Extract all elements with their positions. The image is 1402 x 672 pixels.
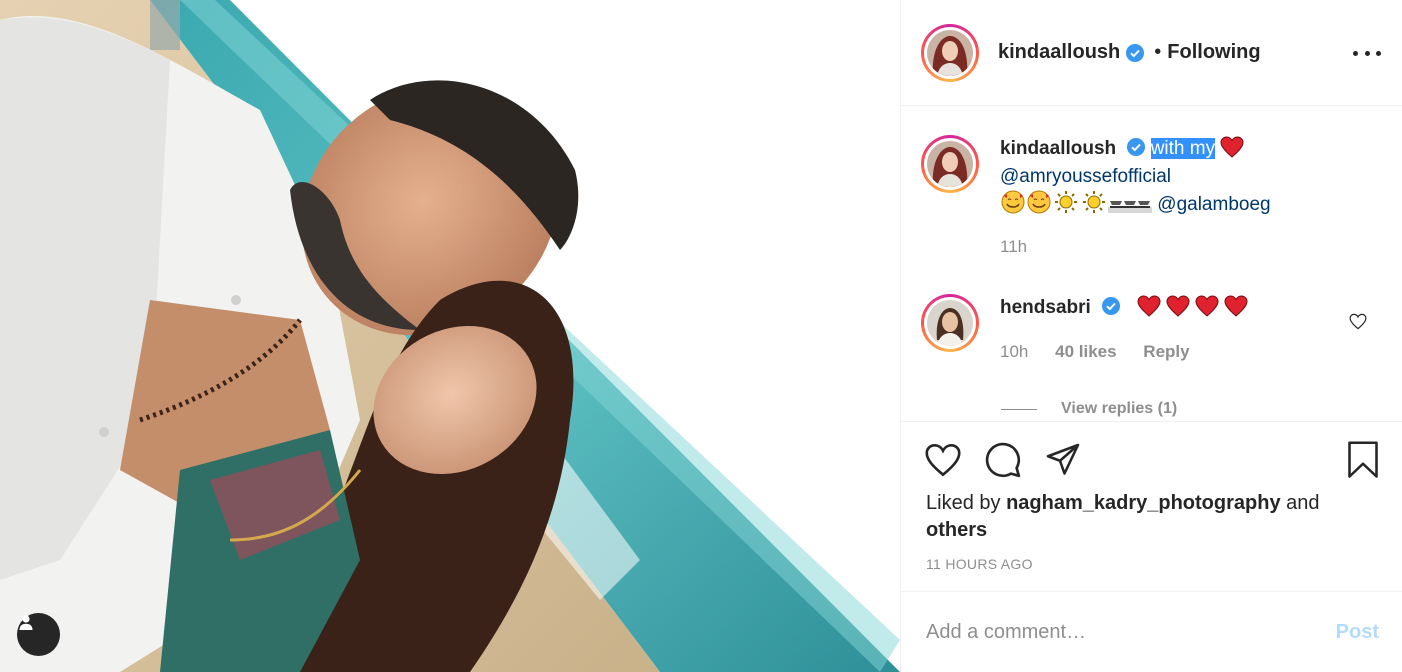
heart-icon [925, 444, 961, 477]
smiling-hearts-emoji-icon [1001, 190, 1025, 214]
verified-badge-icon [1102, 297, 1121, 315]
author-avatar[interactable] [921, 23, 979, 82]
liked-by-and: and [1286, 492, 1320, 514]
post-actions-section: Liked by nagham_kadry_photography and ot… [901, 421, 1402, 592]
bookmark-icon [1348, 441, 1378, 478]
comment-item: hendsabri 10h 40 likes Reply [921, 294, 1380, 365]
post-side-panel: kindaalloush • Following kindaalloush wi… [900, 0, 1402, 672]
user-tag-icon [19, 615, 33, 630]
avatar-photo [927, 300, 973, 346]
post-comment-button[interactable]: Post [1336, 621, 1379, 644]
verified-badge-icon [1127, 138, 1146, 156]
liked-by-user[interactable]: nagham_kadry_photography [1006, 492, 1281, 514]
comment-meta: 10h 40 likes Reply [1000, 338, 1380, 366]
smiling-hearts-emoji-icon [1027, 190, 1051, 214]
comment-like-heart-icon[interactable] [1349, 313, 1367, 330]
comment-button[interactable] [983, 440, 1023, 480]
caption-text: kindaalloush with my @amryoussefofficial [1000, 135, 1380, 219]
comment-icon [985, 442, 1021, 478]
view-replies-button[interactable]: View replies (1) [1001, 400, 1177, 418]
caption-meta: 11h [1000, 233, 1380, 261]
comment-likes[interactable]: 40 likes [1055, 342, 1116, 361]
comment-text: hendsabri [1000, 294, 1380, 322]
post-photo[interactable] [0, 0, 900, 672]
mention-link[interactable]: @amryoussefofficial [1000, 166, 1171, 187]
share-button[interactable] [1043, 440, 1083, 480]
view-replies-line [1001, 408, 1037, 410]
more-options-icon[interactable] [1353, 44, 1381, 62]
reply-button[interactable]: Reply [1143, 342, 1189, 361]
mention-link[interactable]: @galamboeg [1157, 194, 1270, 215]
commenter-avatar[interactable] [921, 294, 979, 352]
caption-time[interactable]: 11h [1000, 237, 1027, 256]
separator-dot: • [1154, 41, 1162, 63]
caption-author-avatar[interactable] [921, 135, 979, 193]
caption-username[interactable]: kindaalloush [1000, 138, 1116, 159]
following-button[interactable]: Following [1167, 41, 1260, 64]
sun-emoji-icon [1083, 191, 1105, 213]
add-comment-input[interactable] [926, 621, 1306, 644]
like-button[interactable] [923, 440, 963, 480]
beach-umbrella-emoji-icon [1108, 201, 1152, 213]
red-hearts-emoji-icon [1137, 295, 1248, 317]
red-heart-emoji-icon [1220, 136, 1244, 158]
share-icon [1046, 443, 1080, 475]
verified-badge-icon [1126, 43, 1145, 62]
sun-emoji-icon [1055, 191, 1077, 213]
comments-list[interactable]: kindaalloush with my @amryoussefofficial [901, 107, 1402, 421]
post-header: kindaalloush • Following [901, 0, 1402, 106]
selfie-image [0, 0, 900, 672]
liked-by-text: Liked by nagham_kadry_photography and ot… [926, 490, 1376, 544]
liked-by-others[interactable]: others [926, 519, 987, 541]
commenter-username[interactable]: hendsabri [1000, 297, 1091, 318]
avatar-photo [927, 29, 973, 76]
user-tag-button[interactable] [17, 613, 60, 656]
action-bar [923, 440, 1103, 480]
post-timestamp[interactable]: 11 HOURS AGO [926, 556, 1033, 572]
save-button[interactable] [1345, 440, 1385, 480]
liked-by-prefix: Liked by [926, 492, 1001, 514]
view-replies-label: View replies (1) [1061, 400, 1178, 417]
avatar-photo [927, 141, 973, 187]
add-comment-form: Post [901, 593, 1402, 672]
author-username[interactable]: kindaalloush [998, 41, 1120, 64]
comment-time[interactable]: 10h [1000, 342, 1028, 361]
caption-item: kindaalloush with my @amryoussefofficial [921, 135, 1380, 260]
selected-caption-text: with my [1150, 138, 1216, 159]
